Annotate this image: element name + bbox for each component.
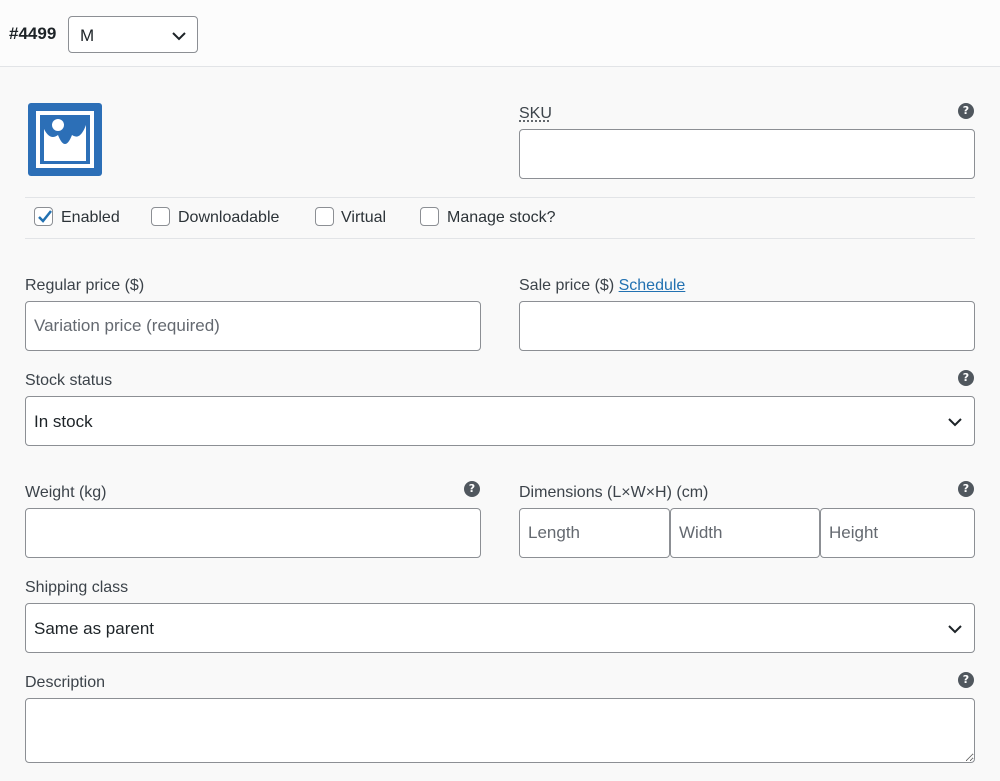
variation-id: #4499 <box>9 24 57 43</box>
weight-help-icon[interactable]: ? <box>464 481 480 497</box>
sku-label: SKU <box>519 105 552 122</box>
shipping-class-value: Same as parent <box>34 619 155 638</box>
virtual-checkbox[interactable] <box>315 207 334 226</box>
description-help-icon[interactable]: ? <box>958 672 974 688</box>
chevron-down-icon <box>172 32 186 41</box>
divider <box>25 238 975 239</box>
attribute-select[interactable]: M <box>68 16 198 53</box>
virtual-label[interactable]: Virtual <box>341 209 386 227</box>
sku-input[interactable] <box>519 129 975 179</box>
sale-price-label-text: Sale price ($) <box>519 277 615 294</box>
dimensions-label: Dimensions (L×W×H) (cm) <box>519 484 709 501</box>
enabled-checkbox[interactable] <box>34 207 53 226</box>
attribute-select-value: M <box>80 26 95 45</box>
stock-status-value: In stock <box>34 412 93 431</box>
sale-price-label: Sale price ($) Schedule <box>519 277 685 295</box>
schedule-link[interactable]: Schedule <box>619 277 686 294</box>
chevron-down-icon <box>948 418 962 427</box>
variation-header: #4499 M <box>0 0 1000 67</box>
shipping-class-select[interactable]: Same as parent <box>25 603 975 653</box>
weight-label: Weight (kg) <box>25 484 107 501</box>
chevron-down-icon <box>948 625 962 634</box>
weight-input[interactable] <box>25 508 481 558</box>
enabled-label[interactable]: Enabled <box>61 209 120 227</box>
sale-price-input[interactable] <box>519 301 975 351</box>
height-input[interactable] <box>820 508 975 558</box>
sku-help-icon[interactable]: ? <box>958 103 974 119</box>
description-label: Description <box>25 674 106 691</box>
checkmark-icon <box>38 210 52 223</box>
description-textarea[interactable] <box>25 698 975 763</box>
length-input[interactable] <box>519 508 670 558</box>
manage-stock-checkbox[interactable] <box>420 207 439 226</box>
variation-image-button[interactable] <box>28 103 102 176</box>
stock-status-label: Stock status <box>25 372 113 389</box>
regular-price-input[interactable] <box>25 301 481 351</box>
downloadable-label[interactable]: Downloadable <box>178 209 279 227</box>
stock-status-select[interactable]: In stock <box>25 396 975 446</box>
manage-stock-label[interactable]: Manage stock? <box>447 209 556 227</box>
downloadable-checkbox[interactable] <box>151 207 170 226</box>
stock-status-help-icon[interactable]: ? <box>958 370 974 386</box>
shipping-class-label: Shipping class <box>25 579 129 596</box>
dimensions-help-icon[interactable]: ? <box>958 481 974 497</box>
width-input[interactable] <box>670 508 820 558</box>
regular-price-label: Regular price ($) <box>25 277 145 294</box>
image-placeholder-icon <box>36 111 94 168</box>
divider <box>25 197 975 198</box>
